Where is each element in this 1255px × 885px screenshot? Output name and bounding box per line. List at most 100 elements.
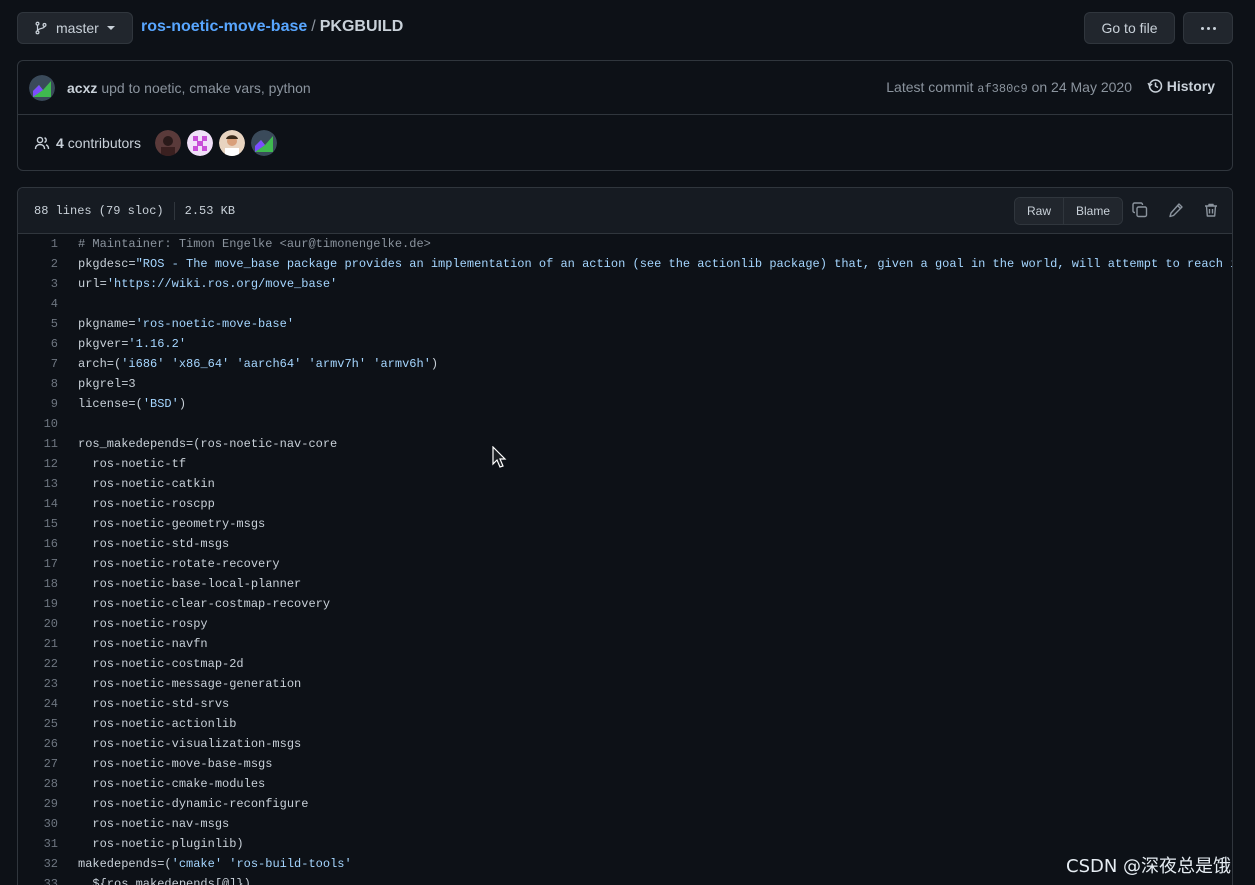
line-content: ros-noetic-geometry-msgs (78, 517, 266, 531)
line-number[interactable]: 2 (18, 254, 58, 274)
line-content (58, 294, 78, 314)
line-number[interactable]: 12 (18, 454, 58, 474)
code-listing: 1 # Maintainer: Timon Engelke <aur@timone… (18, 234, 1232, 885)
more-options-button[interactable] (1183, 12, 1233, 44)
line-number[interactable]: 14 (18, 494, 58, 514)
line-content: ros-noetic-nav-msgs (78, 817, 230, 831)
line-number[interactable]: 33 (18, 874, 58, 885)
line-content: pkgver='1.16.2' (78, 337, 187, 351)
code-line: 10 (18, 414, 1232, 434)
line-number[interactable]: 9 (18, 394, 58, 414)
history-link[interactable]: History (1147, 78, 1215, 94)
code-line: 15 ros-noetic-geometry-msgs (18, 514, 1232, 534)
code-line: 8 pkgrel=3 (18, 374, 1232, 394)
go-to-file-button[interactable]: Go to file (1084, 12, 1175, 44)
line-content: ros-noetic-pluginlib) (78, 837, 244, 851)
code-line: 33 ${ros_makedepends[@]}) (18, 874, 1232, 885)
line-number[interactable]: 15 (18, 514, 58, 534)
line-content: url='https://wiki.ros.org/move_base' (78, 277, 338, 291)
commit-message[interactable]: upd to noetic, cmake vars, python (101, 80, 310, 96)
line-number[interactable]: 28 (18, 774, 58, 794)
line-content: ros-noetic-move-base-msgs (78, 757, 273, 771)
line-number[interactable]: 24 (18, 694, 58, 714)
line-number[interactable]: 32 (18, 854, 58, 874)
file-viewer: 88 lines (79 sloc) 2.53 KB Raw Blame 1 # … (17, 187, 1233, 885)
history-label: History (1166, 78, 1215, 94)
line-number[interactable]: 17 (18, 554, 58, 574)
line-number[interactable]: 29 (18, 794, 58, 814)
line-number[interactable]: 4 (18, 294, 58, 314)
line-number[interactable]: 22 (18, 654, 58, 674)
copy-icon[interactable] (1132, 202, 1148, 218)
trash-icon[interactable] (1203, 202, 1219, 218)
people-icon (34, 136, 50, 149)
code-line: 7 arch=('i686' 'x86_64' 'aarch64' 'armv7h… (18, 354, 1232, 374)
latest-commit-info: Latest commit af380c9 on 24 May 2020 (886, 79, 1132, 96)
line-content: ros_makedepends=(ros-noetic-nav-core (78, 437, 338, 451)
code-line: 32 makedepends=('cmake' 'ros-build-tools' (18, 854, 1232, 874)
code-line: 2 pkgdesc="ROS - The move_base package pr… (18, 254, 1232, 274)
pencil-icon[interactable] (1168, 202, 1184, 218)
avatar[interactable] (29, 74, 55, 101)
branch-selector-button[interactable]: master (17, 12, 133, 44)
commit-sha[interactable]: af380c9 (977, 82, 1027, 96)
contributors-label[interactable]: contributors (68, 135, 141, 151)
line-number[interactable]: 3 (18, 274, 58, 294)
code-line: 23 ros-noetic-message-generation (18, 674, 1232, 694)
line-number[interactable]: 18 (18, 574, 58, 594)
raw-button[interactable]: Raw (1015, 198, 1064, 224)
line-number[interactable]: 1 (18, 234, 58, 254)
mouse-cursor-icon (492, 446, 507, 468)
contributors-count[interactable]: 4 (56, 135, 64, 151)
blame-button[interactable]: Blame (1063, 198, 1123, 224)
contributor-avatar[interactable] (218, 129, 245, 156)
line-content: ros-noetic-roscpp (78, 497, 215, 511)
line-number[interactable]: 16 (18, 534, 58, 554)
contributor-avatar[interactable] (186, 129, 213, 156)
code-line: 16 ros-noetic-std-msgs (18, 534, 1232, 554)
contributor-avatar[interactable] (250, 129, 277, 156)
line-number[interactable]: 11 (18, 434, 58, 454)
line-number[interactable]: 21 (18, 634, 58, 654)
line-number[interactable]: 7 (18, 354, 58, 374)
line-number[interactable]: 10 (18, 414, 58, 434)
code-line: 29 ros-noetic-dynamic-reconfigure (18, 794, 1232, 814)
code-line: 18 ros-noetic-base-local-planner (18, 574, 1232, 594)
chevron-down-icon (106, 26, 115, 30)
line-number[interactable]: 31 (18, 834, 58, 854)
line-number[interactable]: 6 (18, 334, 58, 354)
branch-name: master (56, 20, 99, 36)
line-number[interactable]: 26 (18, 734, 58, 754)
line-number[interactable]: 19 (18, 594, 58, 614)
code-line: 25 ros-noetic-actionlib (18, 714, 1232, 734)
repo-link[interactable]: ros-noetic-move-base (141, 18, 307, 35)
line-number[interactable]: 23 (18, 674, 58, 694)
latest-commit-panel: acxz upd to noetic, cmake vars, python L… (17, 60, 1233, 171)
line-number[interactable]: 5 (18, 314, 58, 334)
kebab-dot-icon (1212, 26, 1216, 30)
commit-date: on 24 May 2020 (1031, 79, 1132, 95)
line-number[interactable]: 8 (18, 374, 58, 394)
line-content (58, 414, 78, 434)
code-line: 22 ros-noetic-costmap-2d (18, 654, 1232, 674)
breadcrumb-separator: / (311, 18, 316, 35)
line-number[interactable]: 30 (18, 814, 58, 834)
contributors-row: 4 contributors (18, 115, 1232, 170)
line-content: ros-noetic-message-generation (78, 677, 302, 691)
code-line: 4 (18, 294, 1232, 314)
line-number[interactable]: 13 (18, 474, 58, 494)
line-number[interactable]: 20 (18, 614, 58, 634)
file-navigation: master ros-noetic-move-base / PKGBUILD Go … (17, 12, 1233, 44)
line-content: pkgname='ros-noetic-move-base' (78, 317, 295, 331)
commit-author[interactable]: acxz (67, 80, 97, 96)
file-name: PKGBUILD (319, 18, 404, 35)
code-line: 11 ros_makedepends=(ros-noetic-nav-core (18, 434, 1232, 454)
line-number[interactable]: 25 (18, 714, 58, 734)
line-number[interactable]: 27 (18, 754, 58, 774)
code-line: 24 ros-noetic-std-srvs (18, 694, 1232, 714)
line-content: ros-noetic-visualization-msgs (78, 737, 302, 751)
code-line: 13 ros-noetic-catkin (18, 474, 1232, 494)
code-line: 19 ros-noetic-clear-costmap-recovery (18, 594, 1232, 614)
contributor-avatar[interactable] (154, 129, 181, 156)
line-content: arch=('i686' 'x86_64' 'aarch64' 'armv7h'… (78, 357, 439, 371)
